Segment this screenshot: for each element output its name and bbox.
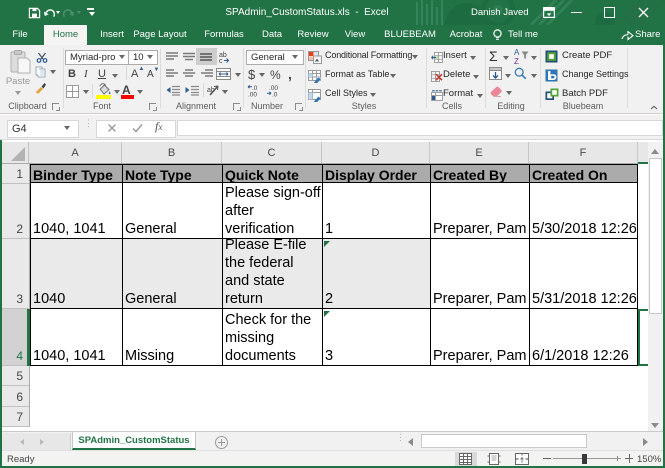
svg-text:.0: .0 [272, 92, 278, 98]
svg-text:.00: .00 [248, 92, 257, 98]
svg-text:c: c [219, 58, 223, 63]
